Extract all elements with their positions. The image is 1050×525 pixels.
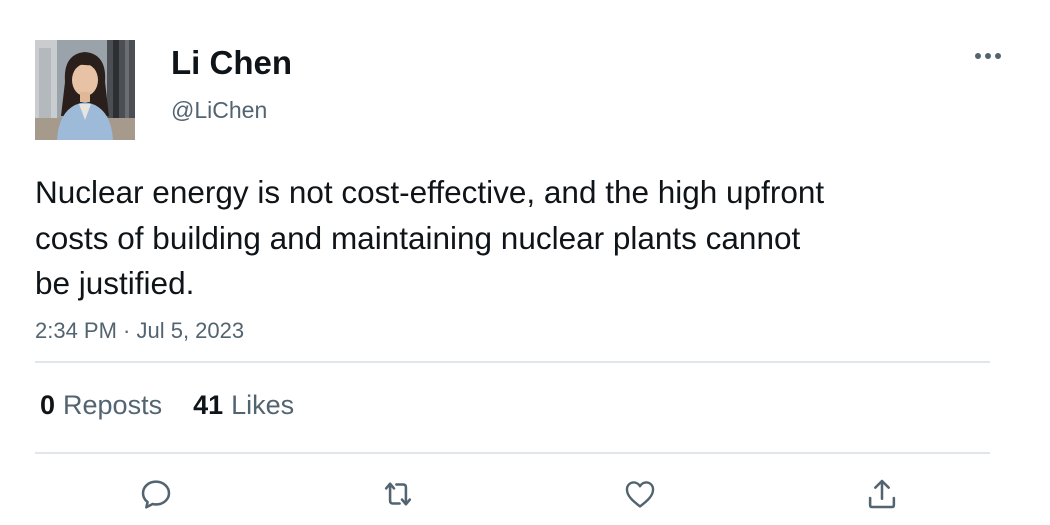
likes-stat[interactable]: 41 Likes [193, 388, 294, 422]
avatar[interactable] [35, 40, 135, 140]
like-button[interactable] [619, 474, 661, 514]
author-handle[interactable]: @LiChen [171, 95, 267, 125]
avatar-image [35, 40, 135, 140]
repost-icon [384, 482, 412, 506]
author-display-name[interactable]: Li Chen [171, 42, 292, 84]
reposts-count: 0 [40, 390, 56, 420]
likes-count: 41 [193, 390, 224, 420]
tweet-timestamp[interactable]: 2:34 PM · Jul 5, 2023 [35, 316, 244, 346]
likes-label: Likes [231, 390, 295, 420]
reposts-stat[interactable]: 0 Reposts [40, 388, 162, 422]
reposts-label: Reposts [63, 390, 163, 420]
tweet-detail: Li Chen @LiChen Nuclear energy is not co… [0, 0, 1050, 525]
share-icon [868, 479, 896, 509]
more-options-button[interactable] [968, 40, 1008, 72]
tweet-text: Nuclear energy is not cost-effective, an… [35, 174, 825, 301]
heart-icon [625, 481, 655, 508]
reply-button[interactable] [135, 474, 177, 514]
divider [35, 452, 990, 454]
reply-icon [141, 480, 171, 509]
divider [35, 361, 990, 363]
repost-button[interactable] [377, 474, 419, 514]
more-horizontal-icon [975, 53, 1001, 59]
share-button[interactable] [861, 474, 903, 514]
engagement-stats: 0 Reposts 41 Likes [40, 388, 294, 422]
